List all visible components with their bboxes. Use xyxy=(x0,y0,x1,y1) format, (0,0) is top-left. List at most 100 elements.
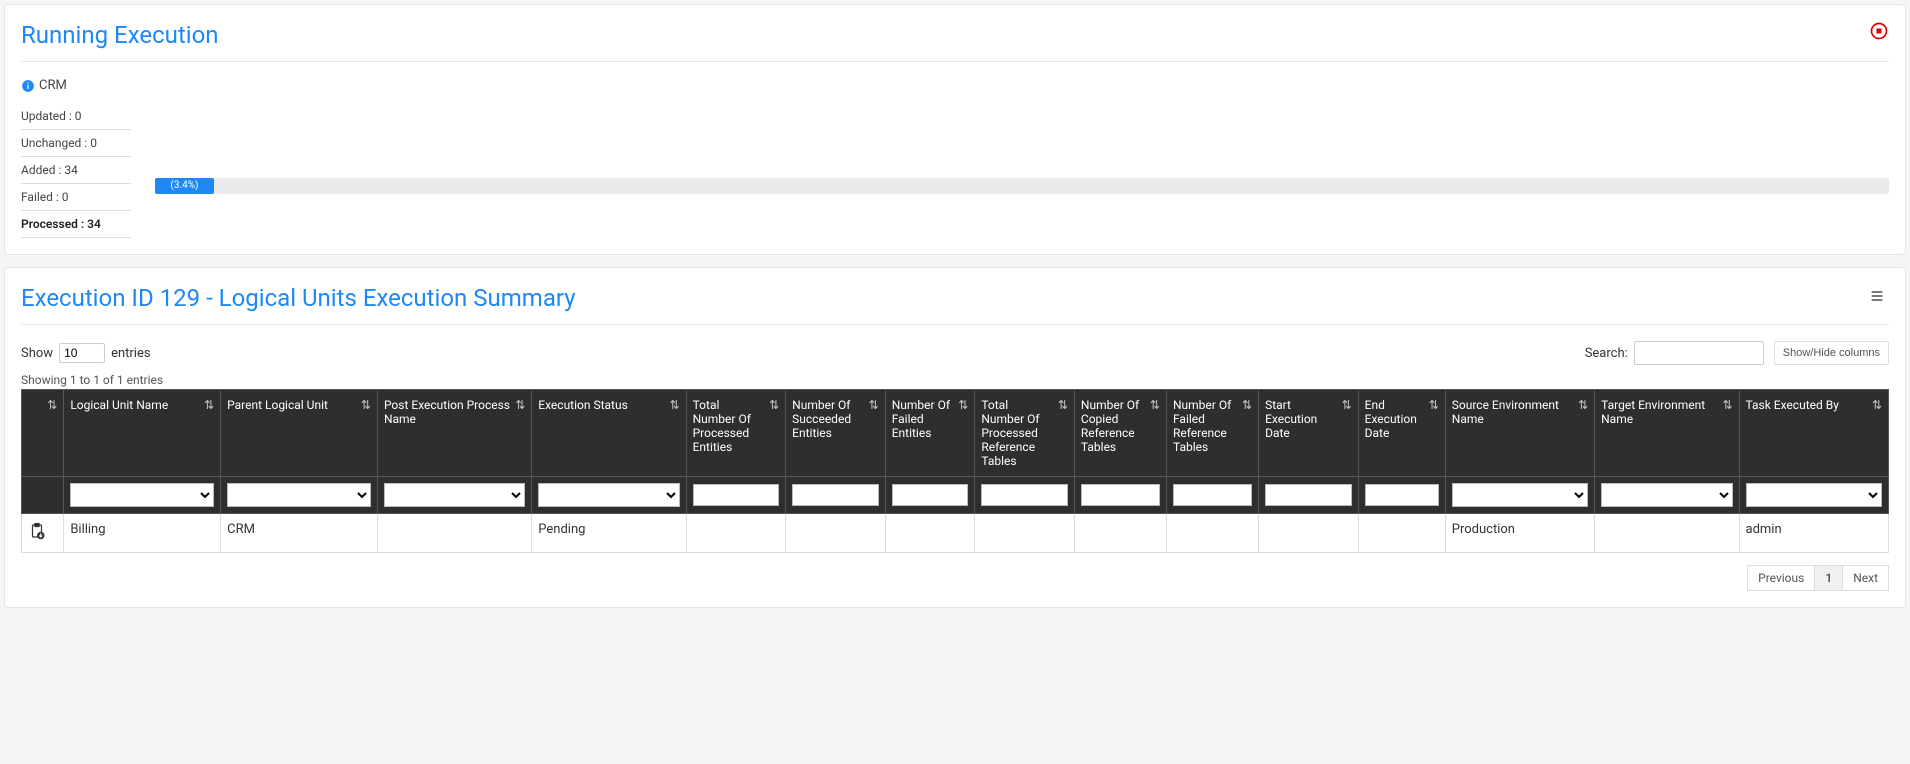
summary-panel: Execution ID 129 - Logical Units Executi… xyxy=(4,267,1906,608)
cell-sourceEnvName: Production xyxy=(1445,514,1594,553)
sort-icon: ⇅ xyxy=(769,398,779,412)
summary-table: ⇅ Logical Unit Name⇅ Parent Logical Unit… xyxy=(21,389,1889,553)
running-execution-panel: Running Execution CRM Updated : 0 Unchan… xyxy=(4,4,1906,255)
col-start-exec-date[interactable]: Start Execution Date⇅ xyxy=(1259,390,1359,477)
col-failed-ref-tables[interactable]: Number Of Failed Reference Tables⇅ xyxy=(1166,390,1258,477)
cell-parentLogicalUnit: CRM xyxy=(221,514,378,553)
cell-executionStatus: Pending xyxy=(532,514,686,553)
filter-total-processed-ref-tables[interactable] xyxy=(981,484,1068,506)
filter-parent-logical-unit[interactable] xyxy=(227,483,371,507)
cell-logicalUnitName: Billing xyxy=(64,514,221,553)
cell-totalProcessedEntities xyxy=(686,514,786,553)
sort-icon: ⇅ xyxy=(1578,398,1588,412)
summary-header: Execution ID 129 - Logical Units Executi… xyxy=(21,284,1889,325)
stop-icon[interactable] xyxy=(1869,21,1889,41)
stat-processed: Processed : 34 xyxy=(21,211,131,238)
filter-execution-status[interactable] xyxy=(538,483,679,507)
entries-input[interactable] xyxy=(59,343,105,363)
col-total-processed-ref-tables[interactable]: Total Number Of Processed Reference Tabl… xyxy=(975,390,1075,477)
progress-fill: (3.4%) xyxy=(155,178,214,194)
hamburger-icon[interactable] xyxy=(1865,284,1889,312)
sort-icon: ⇅ xyxy=(1429,398,1439,412)
sort-icon: ⇅ xyxy=(958,398,968,412)
info-icon xyxy=(21,79,35,93)
col-target-env-name[interactable]: Target Environment Name⇅ xyxy=(1595,390,1739,477)
page-1-button[interactable]: 1 xyxy=(1815,565,1843,591)
sort-icon: ⇅ xyxy=(1242,398,1252,412)
table-info: Showing 1 to 1 of 1 entries xyxy=(21,373,1889,387)
sort-icon: ⇅ xyxy=(1150,398,1160,412)
filter-target-env-name[interactable] xyxy=(1601,483,1732,507)
show-entries: Show entries xyxy=(21,343,151,363)
filter-copied-ref-tables[interactable] xyxy=(1081,484,1160,506)
entries-label: entries xyxy=(111,346,151,361)
col-end-exec-date[interactable]: End Execution Date⇅ xyxy=(1358,390,1445,477)
sort-icon: ⇅ xyxy=(869,398,879,412)
filter-post-exec-process[interactable] xyxy=(384,483,525,507)
filter-source-env-name[interactable] xyxy=(1452,483,1588,507)
col-total-processed-entities[interactable]: Total Number Of Processed Entities⇅ xyxy=(686,390,786,477)
col-execution-status[interactable]: Execution Status⇅ xyxy=(532,390,686,477)
toggle-columns-button[interactable]: Show/Hide columns xyxy=(1774,341,1889,365)
col-post-exec-process[interactable]: Post Execution Process Name⇅ xyxy=(377,390,531,477)
stat-updated: Updated : 0 xyxy=(21,103,131,130)
running-header: Running Execution xyxy=(21,21,1889,62)
sort-icon: ⇅ xyxy=(1342,398,1352,412)
cell-succeededEntities xyxy=(786,514,886,553)
progress-area: (3.4%) xyxy=(155,103,1889,238)
cell-failedEntities xyxy=(885,514,975,553)
filter-start-exec-date[interactable] xyxy=(1265,484,1352,506)
col-logical-unit-name[interactable]: Logical Unit Name⇅ xyxy=(64,390,221,477)
stats-progress-row: Updated : 0 Unchanged : 0 Added : 34 Fai… xyxy=(21,103,1889,238)
col-source-env-name[interactable]: Source Environment Name⇅ xyxy=(1445,390,1594,477)
filter-task-executed-by[interactable] xyxy=(1746,483,1883,507)
stat-added: Added : 34 xyxy=(21,157,131,184)
running-title: Running Execution xyxy=(21,21,219,49)
col-copied-ref-tables[interactable]: Number Of Copied Reference Tables⇅ xyxy=(1074,390,1166,477)
sort-icon: ⇅ xyxy=(670,398,680,412)
search-input[interactable] xyxy=(1634,341,1764,365)
prev-button[interactable]: Previous xyxy=(1747,565,1815,591)
col-parent-logical-unit[interactable]: Parent Logical Unit⇅ xyxy=(221,390,378,477)
sort-icon: ⇅ xyxy=(1058,398,1068,412)
col-failed-entities[interactable]: Number Of Failed Entities⇅ xyxy=(885,390,975,477)
cell-endExecDate xyxy=(1358,514,1445,553)
stat-unchanged: Unchanged : 0 xyxy=(21,130,131,157)
cell-targetEnvName xyxy=(1595,514,1739,553)
search-label: Search: xyxy=(1585,346,1628,361)
right-controls: Search: Show/Hide columns xyxy=(1585,341,1889,365)
clipboard-download-icon[interactable] xyxy=(28,529,46,544)
progress-track: (3.4%) xyxy=(155,178,1889,194)
col-succeeded-entities[interactable]: Number Of Succeeded Entities⇅ xyxy=(786,390,886,477)
sort-icon: ⇅ xyxy=(1722,398,1732,412)
cell-startExecDate xyxy=(1259,514,1359,553)
show-label: Show xyxy=(21,346,53,361)
filter-total-processed-entities[interactable] xyxy=(693,484,780,506)
filter-failed-ref-tables[interactable] xyxy=(1173,484,1252,506)
sort-icon: ⇅ xyxy=(515,398,525,412)
filter-logical-unit-name[interactable] xyxy=(70,483,214,507)
filter-succeeded-entities[interactable] xyxy=(792,484,879,506)
sort-icon: ⇅ xyxy=(47,398,57,412)
crm-info: CRM xyxy=(21,78,1889,93)
filter-end-exec-date[interactable] xyxy=(1365,484,1439,506)
cell-postExecutionProcessName xyxy=(377,514,531,553)
filter-failed-entities[interactable] xyxy=(892,484,969,506)
stat-failed: Failed : 0 xyxy=(21,184,131,211)
cell-totalProcessedRefTables xyxy=(975,514,1075,553)
col-action[interactable]: ⇅ xyxy=(22,390,64,477)
stats-column: Updated : 0 Unchanged : 0 Added : 34 Fai… xyxy=(21,103,131,238)
cell-copiedRefTables xyxy=(1074,514,1166,553)
summary-title: Execution ID 129 - Logical Units Executi… xyxy=(21,284,576,312)
filter-row xyxy=(22,477,1889,514)
col-task-executed-by[interactable]: Task Executed By⇅ xyxy=(1739,390,1889,477)
table-row: BillingCRM Pending Production admin xyxy=(22,514,1889,553)
pagination: Previous 1 Next xyxy=(21,565,1889,591)
sort-icon: ⇅ xyxy=(204,398,214,412)
next-button[interactable]: Next xyxy=(1843,565,1889,591)
sort-icon: ⇅ xyxy=(361,398,371,412)
cell-taskExecutedBy: admin xyxy=(1739,514,1889,553)
crm-label: CRM xyxy=(39,78,67,93)
sort-icon: ⇅ xyxy=(1872,398,1882,412)
header-row: ⇅ Logical Unit Name⇅ Parent Logical Unit… xyxy=(22,390,1889,477)
